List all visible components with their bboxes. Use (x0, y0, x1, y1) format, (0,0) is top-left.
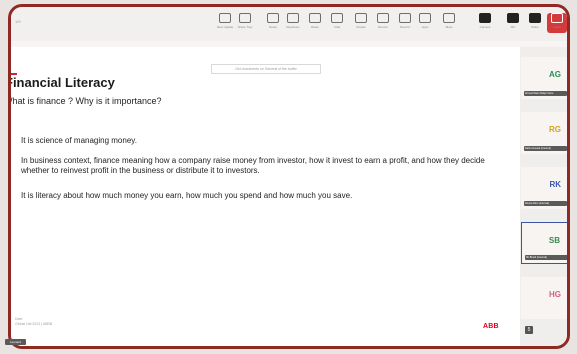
toolbar-button-label: Record (400, 25, 410, 29)
people-button[interactable]: People (351, 13, 371, 33)
slide-footer: Date Global Hal 2023 | ABBB (15, 317, 52, 327)
toolbar-button-label: Camera (479, 25, 491, 29)
bullet-text: It is science of managing money. (21, 136, 137, 145)
camera-button[interactable]: Camera (475, 13, 495, 33)
meeting-toolbar: 1/9 New Update Share Tray Notes Reactions Ra… (11, 7, 567, 41)
people-icon (355, 13, 367, 23)
participant-tile[interactable]: SB Sb Binod (Internal) (521, 222, 567, 264)
shared-slide: Get documents on General of the buffer F… (8, 47, 520, 346)
toolbar-button-label: Chat (333, 25, 341, 29)
slide-banner[interactable]: Get documents on General of the buffer (211, 64, 321, 74)
participant-name-tag: Ahmed Ram Dubjin Vortu (524, 91, 567, 96)
more-button[interactable]: More (439, 13, 459, 33)
bullet-text: It is literacy about how much money you … (21, 191, 353, 200)
slide-title: Financial Literacy (8, 75, 115, 90)
footer-line: Global Hal 2023 | ABBB (15, 322, 53, 326)
toolbar-button-label: Notes (269, 25, 277, 29)
toolbar-button-label: Mic (510, 25, 516, 29)
toolbar-button-label: New Update (216, 25, 234, 29)
bullet-text: In business context, finance meaning how… (21, 156, 485, 175)
leave-icon (551, 13, 563, 23)
share-button[interactable]: New Update (215, 13, 235, 33)
rooms-icon (377, 13, 389, 23)
toolbar-button-label: More (445, 25, 453, 29)
participant-initials: RK (549, 180, 561, 189)
participant-initials: AG (549, 70, 561, 79)
sharetray-icon (239, 13, 251, 23)
camera-icon (479, 13, 491, 23)
toolbar-button-label: Share Tray (237, 25, 253, 29)
participant-name-tag: Sb Binod (Internal) (525, 255, 567, 260)
raise-button[interactable]: Raise (305, 13, 325, 33)
apps-button[interactable]: Apps (415, 13, 435, 33)
toolbar-button-label: Rooms (378, 25, 388, 29)
record-button[interactable]: Record (395, 13, 415, 33)
toolbar-button-label: Share (530, 25, 539, 29)
participant-name-tag: Rahul Grewal (Internal) (524, 146, 567, 151)
abb-logo: ABB (483, 323, 499, 330)
participant-tile[interactable]: RG Rahul Grewal (Internal) (521, 112, 567, 154)
reactions-button[interactable]: Reactions (283, 13, 303, 33)
toolbar-button-label: People (356, 25, 366, 29)
participant-name-tag: Roopa Ram (Internal) (524, 201, 567, 206)
meeting-window: 1/9 New Update Share Tray Notes Reactions Ra… (8, 4, 570, 349)
participant-initials: HG (549, 290, 561, 299)
share-icon (219, 13, 231, 23)
leave-button[interactable]: Leave (547, 13, 567, 33)
reactions-icon (287, 13, 299, 23)
participant-tile[interactable]: AG Ahmed Ram Dubjin Vortu (521, 57, 567, 99)
participant-initials: SB (548, 236, 560, 245)
share2-icon (529, 13, 541, 23)
mic-icon (507, 13, 519, 23)
apps-icon (419, 13, 431, 23)
sharetray-button[interactable]: Share Tray (235, 13, 255, 33)
toolbar-button-label: Reactions (286, 25, 300, 29)
record-icon (399, 13, 411, 23)
share2-button[interactable]: Share (525, 13, 545, 33)
bottom-name-tag: Leonard (5, 339, 26, 345)
notes-icon (267, 13, 279, 23)
participant-count-badge[interactable]: 5 (525, 326, 533, 334)
participant-tile[interactable]: RK Roopa Ram (Internal) (521, 167, 567, 209)
mic-button[interactable]: Mic (503, 13, 523, 33)
rooms-button[interactable]: Rooms (373, 13, 393, 33)
more-icon (443, 13, 455, 23)
notes-button[interactable]: Notes (263, 13, 283, 33)
chat-icon (331, 13, 343, 23)
participant-tile[interactable]: HG (521, 277, 567, 319)
toolbar-button-label: Raise (311, 25, 319, 29)
toolbar-button-label: Leave (552, 25, 562, 29)
toolbar-left-label: 1/9 (15, 19, 21, 24)
participant-initials: RG (549, 125, 561, 134)
slide-subtitle: What is finance ? Why is it importance? (8, 96, 162, 106)
chat-button[interactable]: Chat (327, 13, 347, 33)
toolbar-button-label: Apps (421, 25, 429, 29)
participant-panel: 5 AG Ahmed Ram Dubjin Vortu RG Rahul Grewal… (520, 47, 567, 346)
raise-icon (309, 13, 321, 23)
